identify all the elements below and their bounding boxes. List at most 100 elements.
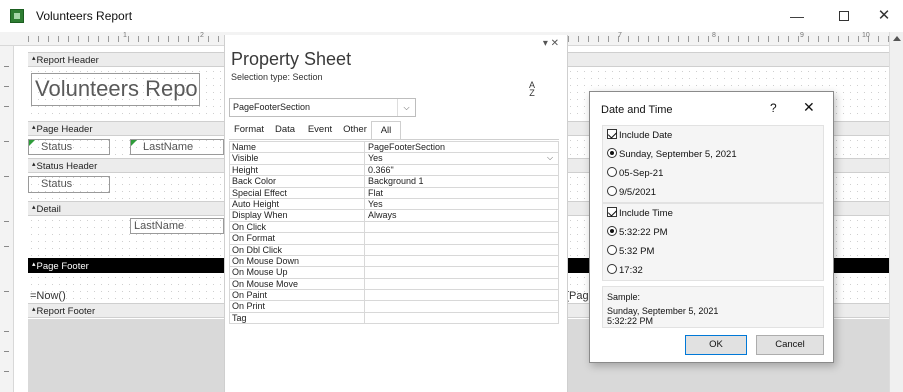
error-indicator-icon xyxy=(29,140,35,146)
property-row[interactable]: On Format xyxy=(230,233,559,245)
tab-format[interactable]: Format xyxy=(229,121,269,139)
property-sheet-pane: ▾ ✕ Property Sheet Selection type: Secti… xyxy=(224,35,568,392)
access-report-icon xyxy=(10,9,24,23)
property-row[interactable]: Visible Yes ⌵ xyxy=(230,153,559,165)
property-row[interactable]: On Print xyxy=(230,301,559,313)
property-row[interactable]: On Mouse Down xyxy=(230,255,559,268)
pane-controls[interactable]: ▾ ✕ xyxy=(543,38,559,49)
chevron-down-icon[interactable]: ⌵ xyxy=(543,153,557,163)
property-row[interactable]: On Paint xyxy=(230,290,559,302)
time-format-long-radio[interactable]: 5:32:22 PM xyxy=(607,225,668,239)
property-row[interactable]: Auto Height Yes xyxy=(230,198,559,211)
radio-selected-icon xyxy=(607,148,617,158)
property-value[interactable]: PageFooterSection xyxy=(366,142,559,153)
sample-time-text: 5:32:22 PM xyxy=(607,316,654,326)
property-name: Visible xyxy=(230,153,365,164)
band-label: Detail xyxy=(32,204,61,215)
tab-data[interactable]: Data xyxy=(269,121,301,139)
property-value[interactable] xyxy=(366,278,559,290)
dialog-title: Date and Time xyxy=(601,104,673,116)
time-format-24h-radio[interactable]: 17:32 xyxy=(607,263,643,277)
sample-label: Sample: xyxy=(607,292,641,302)
tab-event[interactable]: Event xyxy=(301,121,339,139)
vertical-ruler xyxy=(0,46,14,392)
property-name: Name xyxy=(230,142,365,153)
property-value[interactable] xyxy=(366,301,559,312)
property-row[interactable]: Height 0.366" xyxy=(230,164,559,177)
property-value-text: Background 1 xyxy=(368,176,424,187)
property-value[interactable]: Yes ⌵ xyxy=(366,153,559,164)
ruler-number: 8 xyxy=(712,32,716,39)
property-value[interactable] xyxy=(366,267,559,278)
property-row[interactable]: On Dbl Click xyxy=(230,244,559,256)
ruler-number: 9 xyxy=(800,32,804,39)
property-name: On Format xyxy=(230,233,365,244)
window-title: Volunteers Report xyxy=(36,9,133,23)
property-sheet-title: Property Sheet xyxy=(231,49,352,69)
sort-az-button[interactable]: A Z xyxy=(529,81,535,98)
property-value[interactable]: 0.366" xyxy=(366,164,559,176)
date-format-medium-radio[interactable]: 05-Sep-21 xyxy=(607,166,663,180)
selection-dropdown[interactable]: PageFooterSection ⌵ xyxy=(229,98,416,117)
property-value-text: Yes xyxy=(368,153,383,164)
error-indicator-icon xyxy=(131,140,137,146)
chevron-down-icon[interactable]: ⌵ xyxy=(397,99,415,116)
sample-date-text: Sunday, September 5, 2021 xyxy=(607,306,719,316)
property-row[interactable]: Name PageFooterSection xyxy=(230,142,559,154)
vertical-scrollbar[interactable] xyxy=(889,32,903,392)
property-value[interactable] xyxy=(366,221,559,233)
sort-bottom-letter: Z xyxy=(529,88,535,98)
sample-preview: Sunday, September 5, 2021 5:32:22 PM xyxy=(607,306,718,326)
cancel-button[interactable]: Cancel xyxy=(756,335,824,355)
property-name: Auto Height xyxy=(230,198,365,210)
time-format-medium-radio[interactable]: 5:32 PM xyxy=(607,244,654,258)
property-value[interactable] xyxy=(366,255,559,267)
property-row[interactable]: On Click xyxy=(230,221,559,234)
lastname-column-label[interactable]: LastName xyxy=(130,139,224,155)
checkbox-checked-icon xyxy=(607,129,617,139)
radio-selected-icon xyxy=(607,226,617,236)
minimize-button[interactable]: — xyxy=(787,6,807,26)
report-title-label[interactable]: Volunteers Report xyxy=(31,73,200,106)
property-value-text: 0.366" xyxy=(368,164,394,175)
property-value[interactable] xyxy=(366,244,559,255)
property-name: Special Effect xyxy=(230,187,365,198)
maximize-button[interactable] xyxy=(834,6,854,26)
close-window-button[interactable]: ✕ xyxy=(874,6,894,26)
radio-icon xyxy=(607,167,617,177)
lastname-field[interactable]: LastName xyxy=(130,218,224,234)
property-row[interactable]: On Mouse Up xyxy=(230,267,559,279)
selection-dropdown-value: PageFooterSection xyxy=(233,102,311,112)
property-value-text: PageFooterSection xyxy=(368,142,446,152)
date-group: Include Date Sunday, September 5, 2021 0… xyxy=(602,125,824,203)
property-value[interactable]: Always xyxy=(366,210,559,221)
ruler-number: 10 xyxy=(862,32,870,39)
help-button[interactable]: ? xyxy=(770,101,777,115)
include-time-checkbox[interactable]: Include Time xyxy=(607,206,673,220)
property-value[interactable] xyxy=(366,290,559,301)
property-value[interactable] xyxy=(366,233,559,244)
band-label: Page Footer xyxy=(32,261,89,272)
date-format-long-radio[interactable]: Sunday, September 5, 2021 xyxy=(607,147,737,161)
property-row[interactable]: Special Effect Flat xyxy=(230,187,559,199)
property-row[interactable]: Display When Always xyxy=(230,210,559,222)
ok-button[interactable]: OK xyxy=(685,335,747,355)
dialog-close-button[interactable]: ✕ xyxy=(803,99,815,116)
property-value[interactable]: Flat xyxy=(366,187,559,198)
property-value[interactable]: Background 1 xyxy=(366,176,559,187)
include-date-checkbox[interactable]: Include Date xyxy=(607,128,672,142)
tab-divider xyxy=(229,139,559,140)
property-row[interactable]: On Mouse Move xyxy=(230,278,559,291)
property-row[interactable]: Tag xyxy=(230,312,559,325)
property-value[interactable]: Yes xyxy=(366,198,559,210)
title-bar: Volunteers Report — ✕ xyxy=(0,0,903,32)
scroll-up-icon[interactable] xyxy=(893,36,901,41)
status-field[interactable]: Status xyxy=(28,176,110,193)
property-value[interactable] xyxy=(366,312,559,324)
now-expression-field[interactable]: =Now() xyxy=(30,289,150,303)
tab-other[interactable]: Other xyxy=(339,121,371,139)
tab-all[interactable]: All xyxy=(371,121,401,139)
date-format-short-radio[interactable]: 9/5/2021 xyxy=(607,185,656,199)
status-column-label[interactable]: Status xyxy=(28,139,110,155)
property-row[interactable]: Back Color Background 1 xyxy=(230,176,559,188)
